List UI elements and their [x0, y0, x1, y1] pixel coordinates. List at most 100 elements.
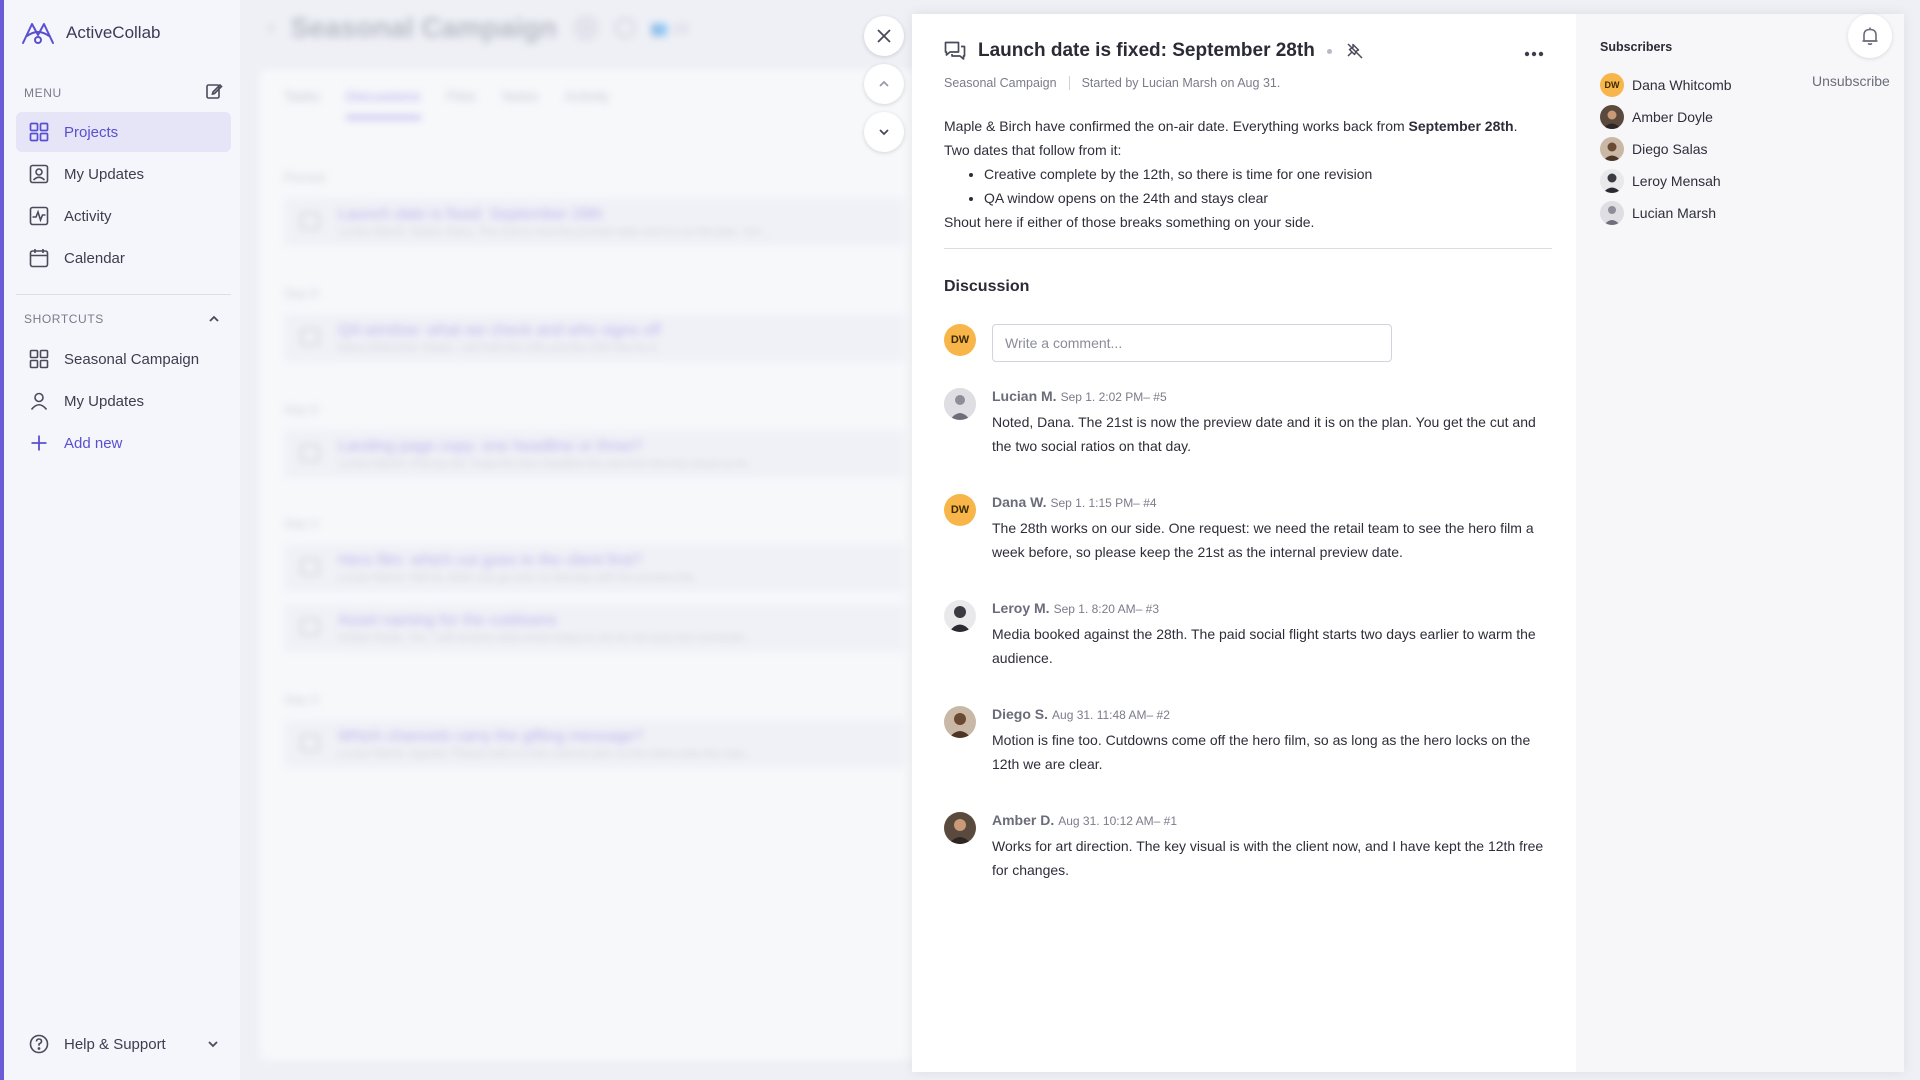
more-options-button[interactable]: [1520, 42, 1548, 66]
tab-files[interactable]: Files: [447, 88, 477, 119]
calendar-icon: [28, 247, 50, 269]
discussion-list-item[interactable]: Which channels carry the gifting message…: [284, 720, 904, 768]
tab-notes[interactable]: Notes: [502, 88, 539, 119]
user-avatar[interactable]: [944, 600, 976, 632]
discussion-item-title: QA window: what we check and who signs o…: [338, 322, 661, 339]
more-horizontal-icon: [1523, 43, 1545, 65]
chevron-down-icon: [873, 121, 895, 143]
sidebar-item-calendar[interactable]: Calendar: [16, 238, 231, 278]
next-item-button[interactable]: [864, 112, 904, 152]
comment-input[interactable]: [992, 324, 1392, 362]
comment-text: Motion is fine too. Cutdowns come off th…: [992, 732, 1531, 772]
comment-author[interactable]: Amber D.: [992, 812, 1054, 828]
body-bold-date: September 28th: [1408, 118, 1514, 134]
sidebar-item-activity[interactable]: Activity: [16, 196, 231, 236]
comment-text: Works for art direction. The key visual …: [992, 838, 1544, 878]
tab-activity[interactable]: Activity: [565, 88, 609, 119]
discussion-icon: [300, 558, 320, 576]
subscriber-avatar: DW: [1600, 73, 1624, 97]
comment-author[interactable]: Dana W.: [992, 494, 1046, 510]
shortcuts-section-label: SHORTCUTS: [24, 312, 104, 326]
body-text: .: [1513, 118, 1518, 134]
subscriber-avatar: [1600, 169, 1624, 193]
shortcuts-collapse-button[interactable]: [202, 307, 226, 331]
subscribers-title: Subscribers: [1600, 40, 1673, 54]
comment-timestamp[interactable]: Sep 1. 8:20 AM– #3: [1054, 602, 1159, 616]
comment-author[interactable]: Lucian M.: [992, 388, 1057, 404]
discussion-item-snippet: Amber Doyle: Yes. I will rename what exi…: [338, 632, 754, 644]
comment-timestamp[interactable]: Aug 31. 10:12 AM– #1: [1058, 814, 1177, 828]
user-avatar[interactable]: DW: [944, 494, 976, 526]
discussion-item-snippet: Lucian Marsh: Will do. Both cuts go over…: [338, 572, 697, 584]
subscriber-item: DW Dana Whitcomb Unsubscribe: [1600, 72, 1890, 98]
discussions-list-card: Tasks Discussions Files Notes Activity P…: [260, 70, 940, 1060]
sidebar-item-label: Projects: [64, 123, 119, 141]
discussion-icon: [944, 40, 966, 62]
group-label: Sep 3: [284, 692, 318, 707]
comment-header: Diego S. Aug 31. 11:48 AM– #2: [992, 706, 1170, 722]
body-paragraph: Two dates that follow from it:: [944, 142, 1122, 158]
comment-timestamp[interactable]: Sep 1. 2:02 PM– #5: [1061, 390, 1167, 404]
sidebar-item-label: My Updates: [64, 165, 145, 183]
discussion-list-item[interactable]: Landing page copy: one headline or three…: [284, 430, 904, 478]
started-by-text: Started by Lucian Marsh on Aug 31.: [1081, 76, 1281, 90]
chevron-up-icon: [203, 308, 225, 330]
discussion-title: Launch date is fixed: September 28th: [978, 40, 1315, 61]
comment-timestamp[interactable]: Aug 31. 11:48 AM– #2: [1052, 708, 1170, 722]
project-title: Seasonal Campaign: [290, 12, 557, 43]
subscriber-item: Leroy Mensah: [1600, 168, 1890, 194]
shortcut-seasonal-campaign[interactable]: Seasonal Campaign: [16, 339, 231, 379]
subscriber-avatar: [1600, 137, 1624, 161]
project-link[interactable]: Seasonal Campaign: [944, 76, 1057, 90]
subscribers-panel: Subscribers DW Dana Whitcomb Unsubscribe…: [1576, 14, 1904, 1072]
activity-icon: [28, 205, 50, 227]
discussion-item-title: Which channels carry the gifting message…: [338, 728, 644, 745]
sidebar-item-label: Calendar: [64, 249, 125, 267]
tab-discussions[interactable]: Discussions: [345, 88, 421, 119]
bell-icon: [1859, 25, 1881, 47]
comment-text: Media booked against the 28th. The paid …: [992, 626, 1536, 666]
subscriber-item: Lucian Marsh: [1600, 200, 1890, 226]
person-icon: [28, 390, 50, 412]
unpin-icon[interactable]: [1344, 40, 1366, 62]
background-project-view: ‹ Seasonal Campaign 👥 13 Tasks Discussio…: [240, 0, 940, 1080]
discussion-list-item[interactable]: Hero film: which cut goes to the client …: [284, 544, 904, 592]
back-arrow-icon: ‹: [268, 16, 275, 39]
user-avatar[interactable]: [944, 706, 976, 738]
user-avatar[interactable]: [944, 388, 976, 420]
comment-text: The 28th works on our side. One request:…: [992, 520, 1534, 560]
discussion-body: Maple & Birch have confirmed the on-air …: [944, 114, 1564, 234]
app-logo[interactable]: ActiveCollab: [20, 18, 161, 48]
notifications-button[interactable]: [1848, 14, 1892, 58]
sidebar-item-my-updates[interactable]: My Updates: [16, 154, 231, 194]
discussion-list-item[interactable]: Launch date is fixed: September 28th Luc…: [284, 198, 904, 246]
sidebar-divider: [16, 294, 231, 295]
current-user-avatar: DW: [944, 324, 976, 356]
comment-author[interactable]: Leroy M.: [992, 600, 1050, 616]
discussion-title-row: Launch date is fixed: September 28th: [944, 40, 1366, 62]
compose-button[interactable]: [202, 79, 226, 103]
previous-item-button[interactable]: [864, 64, 904, 104]
comment-author[interactable]: Diego S.: [992, 706, 1048, 722]
close-panel-button[interactable]: [864, 16, 904, 56]
add-new-shortcut-button[interactable]: Add new: [16, 423, 231, 463]
tab-tasks[interactable]: Tasks: [284, 88, 320, 119]
discussion-list-item[interactable]: Asset naming for the cutdowns Amber Doyl…: [284, 604, 904, 652]
activecollab-logo-icon: [20, 18, 56, 48]
user-avatar[interactable]: [944, 812, 976, 844]
discussion-list-item[interactable]: QA window: what we check and who signs o…: [284, 314, 904, 362]
subscriber-item: Amber Doyle: [1600, 104, 1890, 130]
app-name: ActiveCollab: [66, 23, 161, 42]
info-icon: [614, 18, 635, 38]
body-paragraph: Shout here if either of those breaks som…: [944, 214, 1315, 230]
shortcut-my-updates[interactable]: My Updates: [16, 381, 231, 421]
sidebar-item-projects[interactable]: Projects: [16, 112, 231, 152]
unsubscribe-link[interactable]: Unsubscribe: [1812, 73, 1890, 89]
subscriber-name: Lucian Marsh: [1632, 205, 1717, 221]
discussion-icon: [300, 328, 320, 346]
help-support-menu[interactable]: Help & Support: [16, 1024, 231, 1064]
group-label: Sep 4: [284, 516, 318, 531]
meta-separator: [1068, 76, 1070, 90]
add-new-label: Add new: [64, 434, 123, 452]
comment-timestamp[interactable]: Sep 1. 1:15 PM– #4: [1050, 496, 1156, 510]
